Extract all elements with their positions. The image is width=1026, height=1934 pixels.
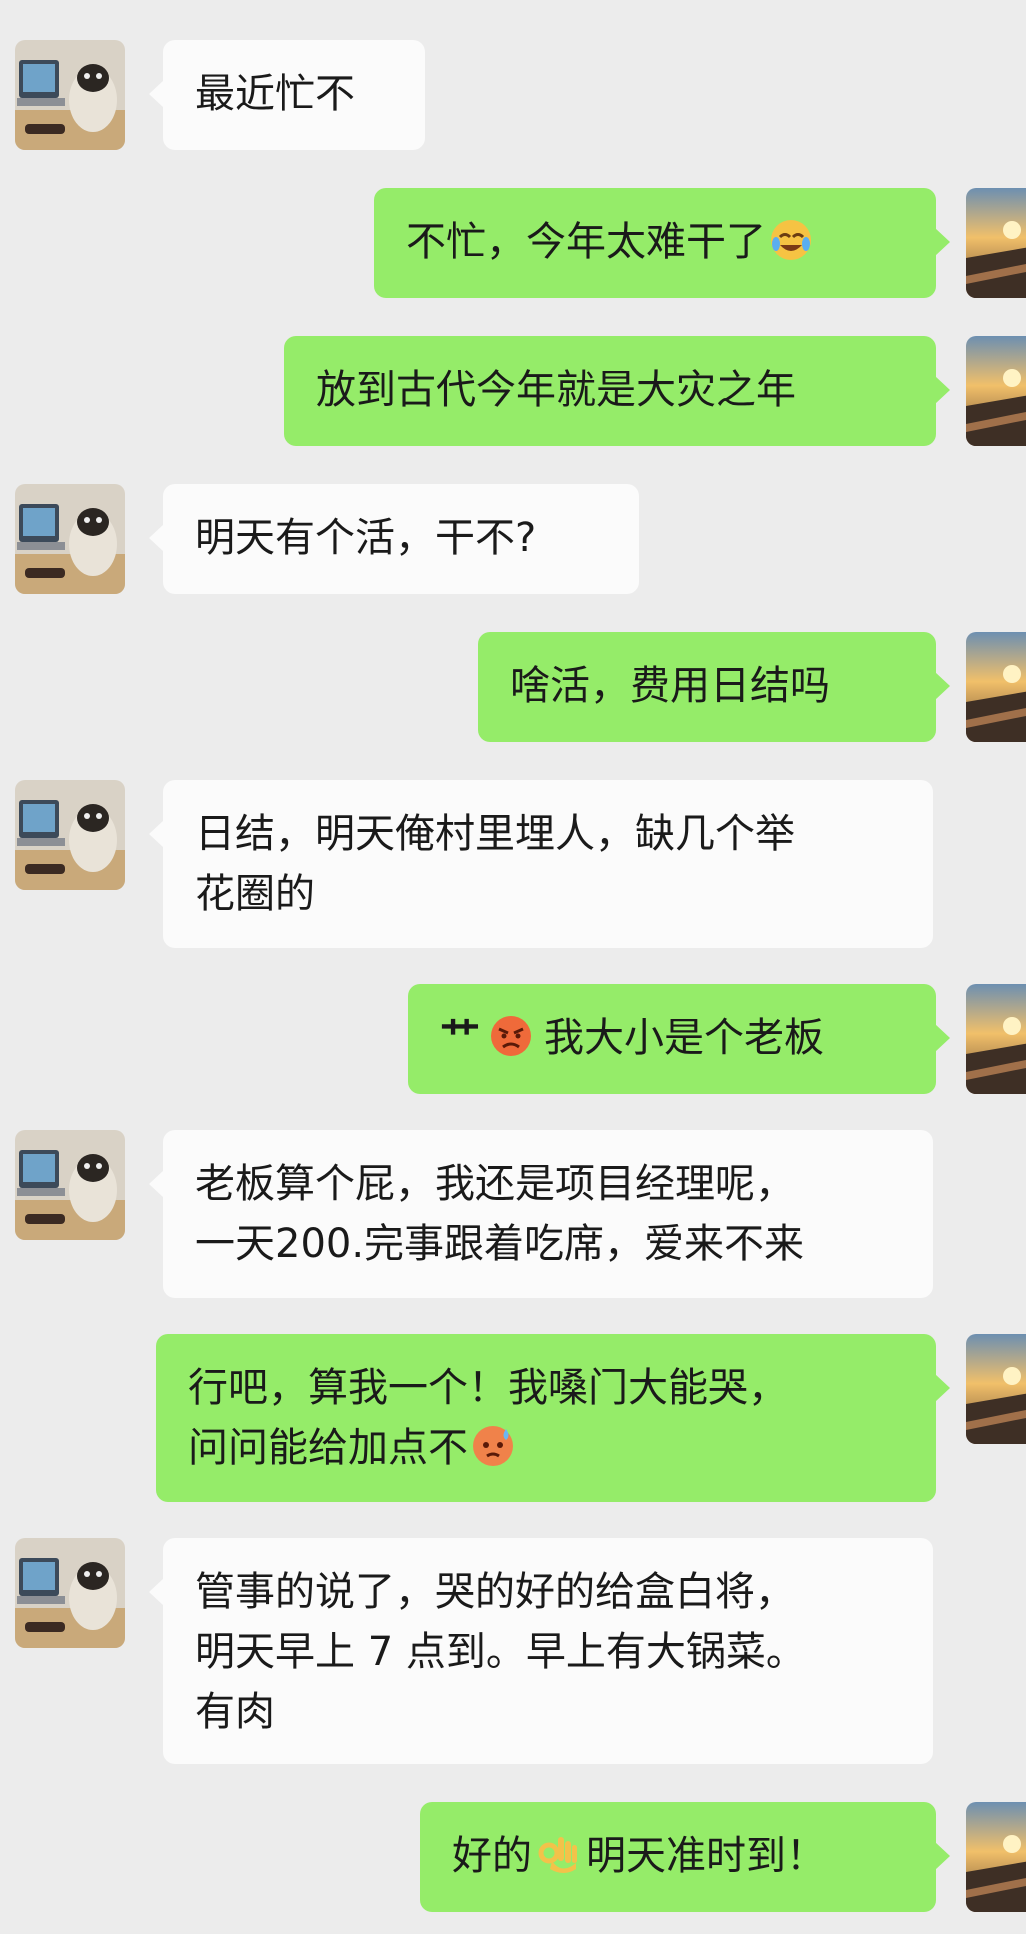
message-text-line: 管事的说了，哭的好的给盒白将， <box>195 1569 795 1615</box>
message-bubble[interactable]: 明天有个活，干不? <box>149 484 639 594</box>
contact-avatar[interactable] <box>15 1130 125 1240</box>
message-bubble[interactable]: 放到古代今年就是大灾之年 <box>284 336 950 446</box>
message-bubble[interactable]: 日结，明天俺村里埋人，缺几个举 花圈的 <box>149 780 933 948</box>
sunset-avatar-image <box>966 984 1026 1094</box>
self-avatar[interactable] <box>966 632 1026 742</box>
message-text: 我大小是个老板 <box>544 1015 824 1061</box>
chat-window: 最近忙不 不忙，今年太难干了 放到古代今年就是大灾之年 明天有个活，干不? 啥活… <box>0 0 1026 1934</box>
self-avatar[interactable] <box>966 1802 1026 1912</box>
self-avatar[interactable] <box>966 1334 1026 1444</box>
sunset-avatar-image <box>966 188 1026 298</box>
message-text-line: 有肉 <box>195 1689 275 1735</box>
message-bubble[interactable]: 管事的说了，哭的好的给盒白将， 明天早上 7 点到。早上有大锅菜。 有肉 <box>149 1538 933 1764</box>
message-text: 最近忙不 <box>195 71 355 117</box>
message-prefix: 艹 <box>440 1015 480 1061</box>
contact-avatar[interactable] <box>15 484 125 594</box>
message-incoming: 最近忙不 <box>0 0 1026 160</box>
ok-hand-emoji-icon <box>534 1831 580 1877</box>
message-bubble[interactable]: 行吧，算我一个！我嗓门大能哭， 问问能给加点不 <box>156 1334 950 1502</box>
message-bubble[interactable]: 艹 我大小是个老板 <box>408 984 950 1094</box>
contact-avatar[interactable] <box>15 780 125 890</box>
sunset-avatar-image <box>966 336 1026 446</box>
self-avatar[interactable] <box>966 984 1026 1094</box>
message-bubble[interactable]: 不忙，今年太难干了 <box>374 188 950 298</box>
message-text-line: 一天200.完事跟着吃席，爱来不来 <box>195 1221 805 1267</box>
sunset-avatar-image <box>966 1334 1026 1444</box>
message-text-line: 老板算个屁，我还是项目经理呢， <box>195 1161 795 1207</box>
contact-avatar[interactable] <box>15 40 125 150</box>
angry-face-emoji-icon <box>488 1013 534 1059</box>
message-text-line: 花圈的 <box>195 871 315 917</box>
message-text: 放到古代今年就是大灾之年 <box>316 367 796 413</box>
message-text: 好的 <box>452 1833 532 1879</box>
pug-laptop-avatar-image <box>15 1538 125 1648</box>
pug-laptop-avatar-image <box>15 40 125 150</box>
message-text-line: 日结，明天俺村里埋人，缺几个举 <box>195 811 795 857</box>
self-avatar[interactable] <box>966 188 1026 298</box>
message-bubble[interactable]: 啥活，费用日结吗 <box>478 632 950 742</box>
sunset-avatar-image <box>966 632 1026 742</box>
message-text-line: 明天早上 7 点到。早上有大锅菜。 <box>195 1629 806 1675</box>
crying-laughing-emoji-icon <box>768 217 814 263</box>
pug-laptop-avatar-image <box>15 1130 125 1240</box>
message-text: 明天有个活，干不? <box>195 515 537 561</box>
message-text: 啥活，费用日结吗 <box>510 663 830 709</box>
pug-laptop-avatar-image <box>15 484 125 594</box>
message-bubble[interactable]: 老板算个屁，我还是项目经理呢， 一天200.完事跟着吃席，爱来不来 <box>149 1130 933 1298</box>
self-avatar[interactable] <box>966 336 1026 446</box>
message-text: 明天准时到！ <box>586 1833 826 1879</box>
message-text-line: 行吧，算我一个！我嗓门大能哭， <box>188 1365 788 1411</box>
message-bubble[interactable]: 最近忙不 <box>149 40 425 150</box>
message-text-line: 问问能给加点不 <box>188 1425 468 1471</box>
pug-laptop-avatar-image <box>15 780 125 890</box>
contact-avatar[interactable] <box>15 1538 125 1648</box>
sunset-avatar-image <box>966 1802 1026 1912</box>
message-bubble[interactable]: 好的 明天准时到！ <box>420 1802 950 1912</box>
message-text: 不忙，今年太难干了 <box>406 219 766 265</box>
sweat-face-emoji-icon <box>470 1423 516 1469</box>
